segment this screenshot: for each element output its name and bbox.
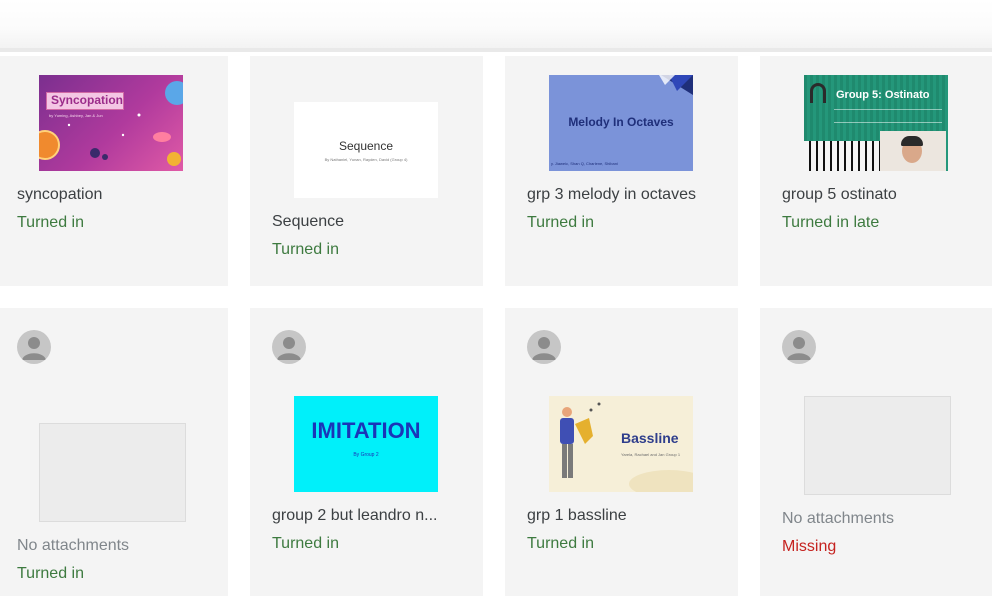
empty-attachment-placeholder [804, 396, 951, 495]
thumb-subtitle: y. Jiaweic, Shan Q, Charlene, Shibani [551, 161, 618, 166]
submission-status: Turned in [527, 535, 594, 552]
piano-keys [804, 141, 884, 171]
attachment-thumbnail[interactable]: Bassline Yarela, Rachael and Jan Group 1 [549, 396, 693, 492]
attachment-thumbnail[interactable]: IMITATION By Group 2 [294, 396, 438, 492]
submission-card-ostinato[interactable]: Group 5: Ostinato group 5 ostinato Turne… [760, 56, 992, 286]
submission-card-no-attachment-2[interactable]: No attachments Missing [760, 308, 992, 596]
thumb-subtitle: By Group 2 [353, 452, 379, 458]
submission-card-melody-octaves[interactable]: Melody In Octaves y. Jiaweic, Shan Q, Ch… [505, 56, 738, 286]
submission-card-imitation[interactable]: IMITATION By Group 2 group 2 but leandro… [250, 308, 483, 596]
top-bar [0, 0, 992, 50]
top-bar-divider [0, 48, 992, 52]
person-hair [901, 136, 923, 146]
thumb-title: Syncopation [51, 93, 124, 107]
submission-title[interactable]: group 5 ostinato [782, 186, 897, 204]
submission-title[interactable]: grp 1 bassline [527, 507, 627, 525]
submission-title[interactable]: syncopation [17, 186, 102, 204]
submission-status: Missing [782, 538, 837, 555]
submission-card-bassline[interactable]: Bassline Yarela, Rachael and Jan Group 1… [505, 308, 738, 596]
default-avatar-icon [17, 330, 51, 364]
submission-card-no-attachment-1[interactable]: No attachments Turned in [0, 308, 228, 596]
attachment-thumbnail[interactable]: Sequence By Nathaniel, Yunan, Rayden, Da… [294, 102, 438, 198]
default-avatar-icon [527, 330, 561, 364]
webcam-photo [880, 131, 946, 171]
headphones-icon [810, 83, 826, 103]
empty-attachment-placeholder [39, 423, 186, 522]
thumb-title: Group 5: Ostinato [836, 89, 930, 101]
thumb-subtitle: By Nathaniel, Yunan, Rayden, David (Grou… [324, 157, 408, 162]
submission-title[interactable]: Sequence [272, 213, 344, 231]
thumb-subtitle: by Yuming, Ashbey, Jan & Jun [49, 113, 103, 118]
submission-status: Turned in [272, 535, 339, 552]
attachment-note: No attachments [782, 510, 895, 527]
submission-card-syncopation[interactable]: Syncopation by Yuming, Ashbey, Jan & Jun… [0, 56, 228, 286]
submission-status: Turned in late [782, 214, 880, 231]
submission-card-sequence[interactable]: Sequence By Nathaniel, Yunan, Rayden, Da… [250, 56, 483, 286]
submission-status: Turned in [17, 214, 84, 231]
attachment-thumbnail[interactable]: Syncopation by Yuming, Ashbey, Jan & Jun [39, 75, 183, 171]
thumb-title: Bassline [621, 430, 679, 446]
submission-status: Turned in [272, 241, 339, 258]
thumb-title: IMITATION [311, 418, 421, 443]
thumb-text-lines [834, 109, 942, 123]
thumb-title: Sequence [338, 139, 394, 153]
default-avatar-icon [272, 330, 306, 364]
default-avatar-icon [782, 330, 816, 364]
attachment-note: No attachments [17, 537, 130, 554]
thumb-title: Melody In Octaves [568, 115, 674, 129]
attachment-thumbnail[interactable]: Melody In Octaves y. Jiaweic, Shan Q, Ch… [549, 75, 693, 171]
submission-title[interactable]: group 2 but leandro n... [272, 507, 437, 525]
submission-title[interactable]: grp 3 melody in octaves [527, 186, 696, 204]
submission-status: Turned in [527, 214, 594, 231]
thumb-subtitle: Yarela, Rachael and Jan Group 1 [621, 452, 681, 457]
attachment-thumbnail[interactable]: Group 5: Ostinato [804, 75, 948, 171]
space-illustration [39, 81, 183, 166]
submission-status: Turned in [17, 565, 84, 582]
